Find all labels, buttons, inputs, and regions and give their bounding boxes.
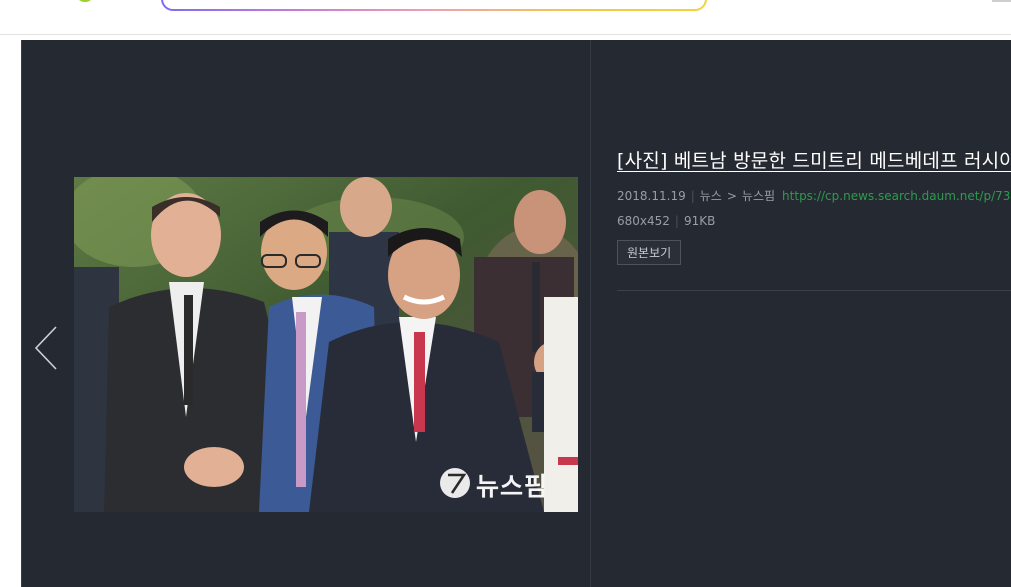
image-dimensions: 680x452 [617, 214, 670, 228]
panel-divider [590, 40, 591, 587]
meta-row: 2018.11.19 | 뉴스 > 뉴스핌 https://cp.news.search.… [617, 187, 1011, 204]
separator: | [690, 189, 695, 203]
image-size-row: 680x452 | 91KB [617, 214, 715, 228]
photo-title[interactable]: [사진] 베트남 방문한 드미트리 메드베데프 러시아 총리 [617, 146, 1011, 173]
info-panel: [사진] 베트남 방문한 드미트리 메드베데프 러시아 총리 2018.11.1… [617, 40, 1011, 587]
view-original-button[interactable]: 원본보기 [617, 240, 682, 265]
image-filesize: 91KB [683, 214, 716, 228]
separator: | [674, 214, 679, 228]
top-bar [0, 0, 1011, 35]
date-text: 2018.11.19 [617, 189, 686, 203]
source-link[interactable]: 뉴스핌 [742, 189, 775, 203]
category-link[interactable]: 뉴스 [700, 189, 722, 203]
previous-arrow-icon[interactable] [34, 325, 60, 371]
daum-logo-icon[interactable] [72, 0, 98, 6]
info-divider [617, 290, 1011, 291]
news-photo: 뉴스핌 [74, 177, 578, 512]
watermark-logo-icon [440, 468, 470, 498]
source-url-link[interactable]: https://cp.news.search.daum.net/p/731940… [782, 189, 1011, 203]
search-input[interactable] [161, 0, 707, 11]
breadcrumb-arrow-icon: > [726, 189, 737, 203]
watermark-text: 뉴스핌 [476, 472, 549, 501]
image-viewer: 뉴스핌 [사진] 베트남 방문한 드미트리 메드베데프 러시아 총리 2018.… [21, 40, 1011, 587]
photo-illustration-icon [74, 177, 578, 512]
menu-button[interactable] [992, 0, 1011, 2]
